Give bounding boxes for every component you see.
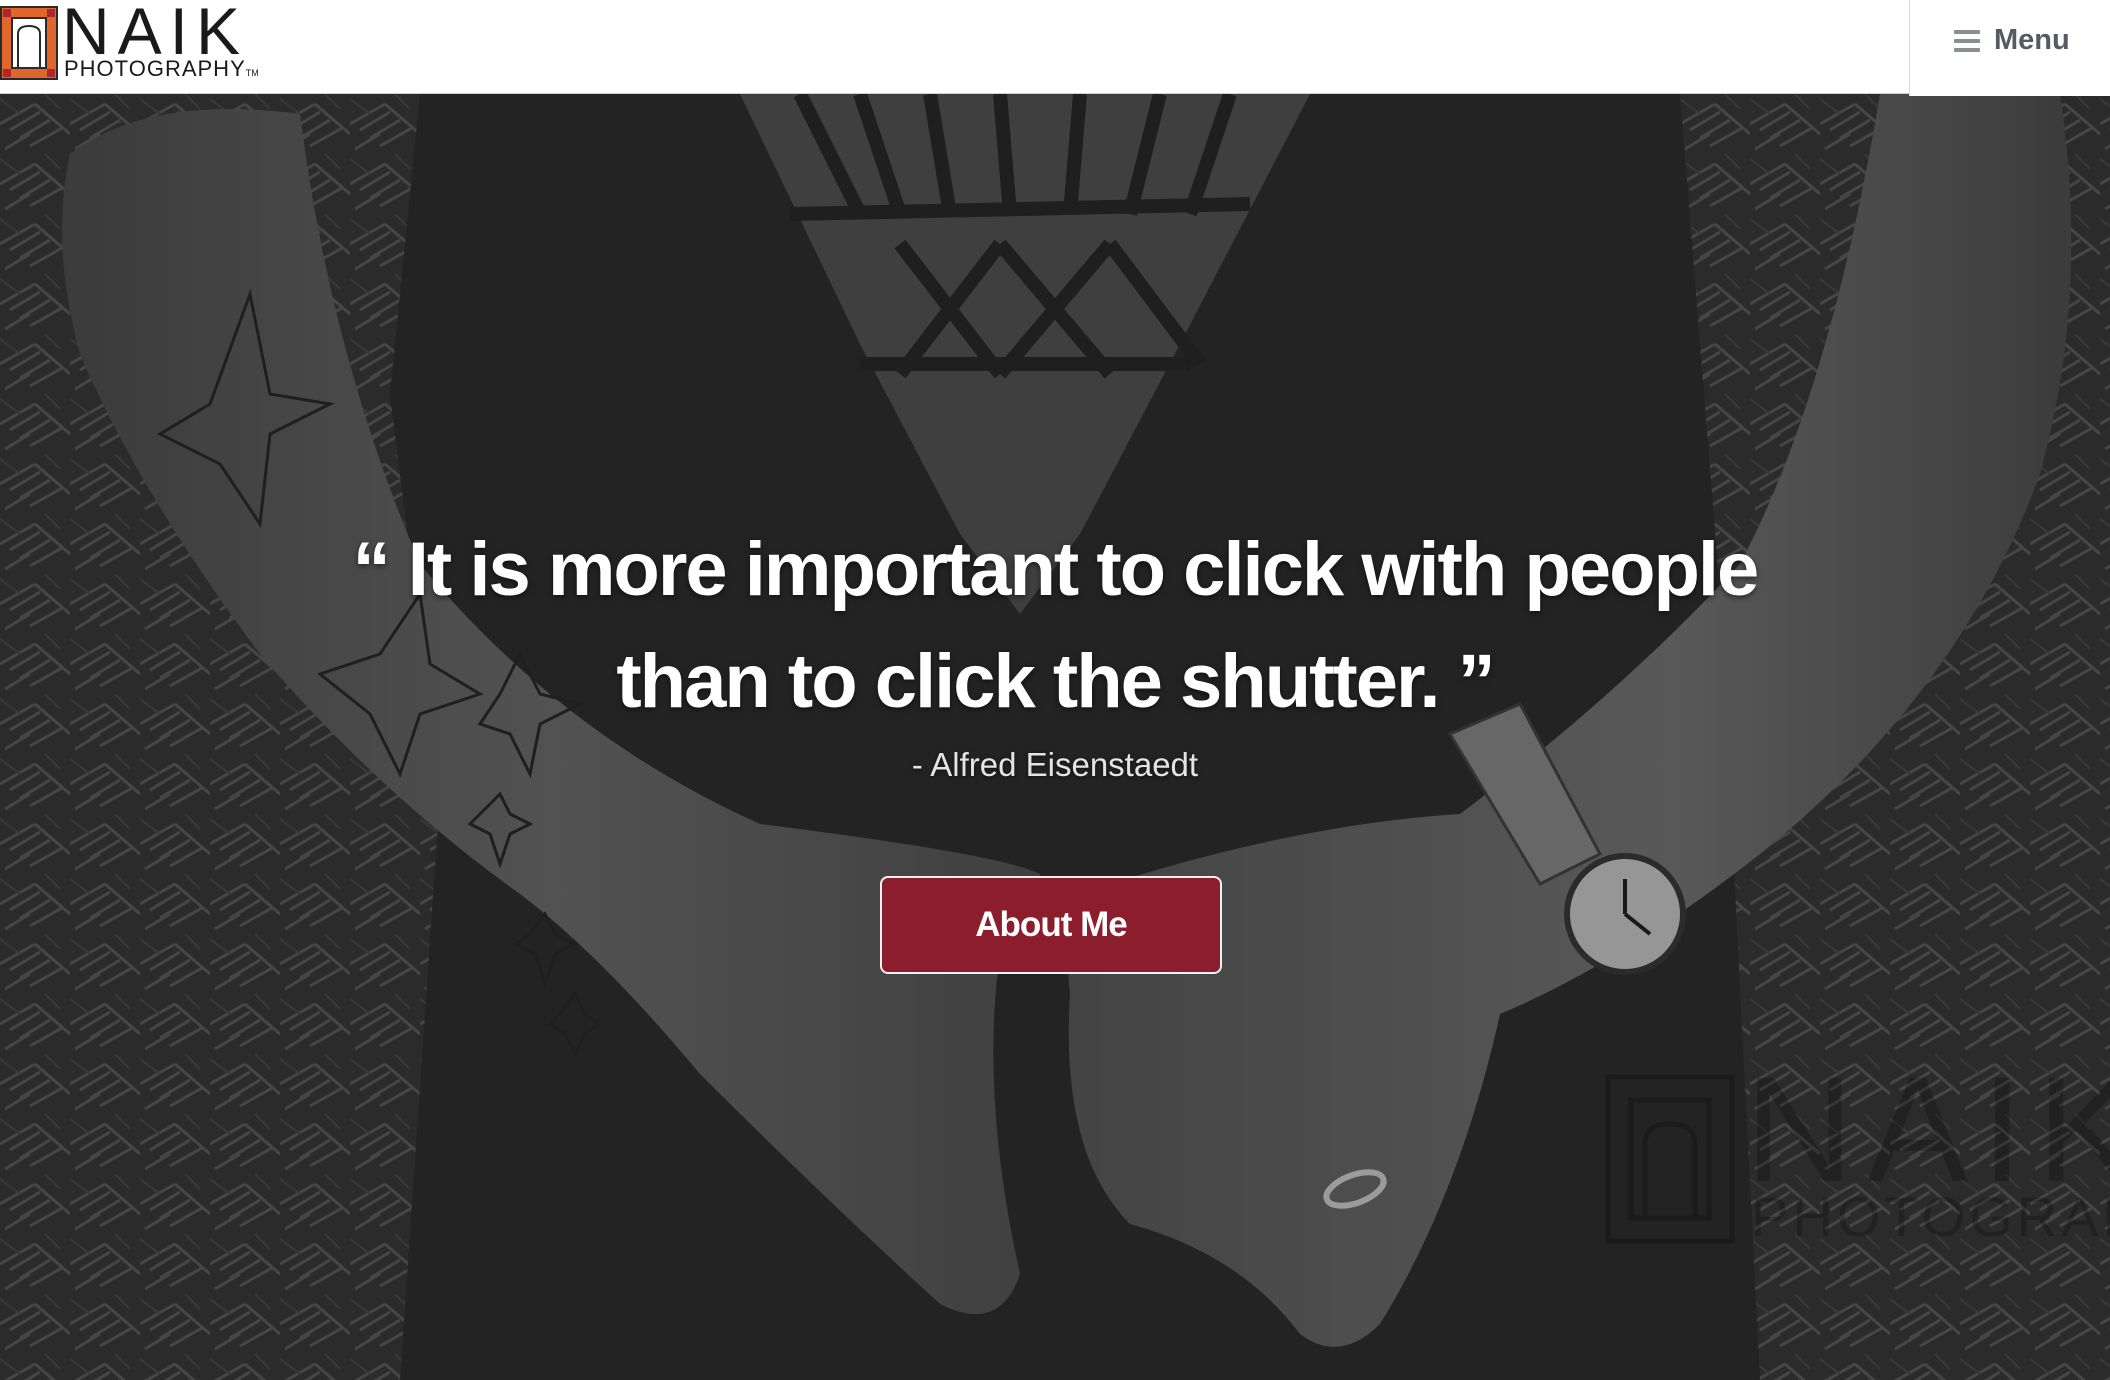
menu-label: Menu xyxy=(1994,24,2070,56)
site-logo[interactable]: NAIK PHOTOGRAPHYTM xyxy=(0,0,260,84)
watermark-sub: PHOTOGRAPHY xyxy=(1751,1185,2110,1248)
logo-subtitle: PHOTOGRAPHYTM xyxy=(64,58,259,84)
hero-section: “ It is more important to click with peo… xyxy=(0,94,2110,1380)
menu-area: Menu xyxy=(1909,0,2110,96)
logo-subtitle-text: PHOTOGRAPHY xyxy=(64,56,246,81)
quote-author: - Alfred Eisenstaedt xyxy=(911,746,1199,783)
watermark-word: NAIK xyxy=(1745,1045,2110,1213)
logo-wordmark: NAIK xyxy=(62,0,249,68)
hero-quote: “ It is more important to click with peo… xyxy=(0,514,2110,738)
trademark-mark: TM xyxy=(245,68,259,78)
logo-mark-icon xyxy=(0,6,58,80)
menu-button[interactable]: Menu xyxy=(1954,24,2070,57)
photo-watermark: NAIK PHOTOGRAPHY xyxy=(1605,1054,2110,1324)
about-me-button[interactable]: About Me xyxy=(880,876,1222,974)
quote-line-1: “ It is more important to click with peo… xyxy=(352,527,1760,612)
watermark-logo-icon xyxy=(1605,1074,1735,1244)
hamburger-icon xyxy=(1954,29,1980,52)
site-header: NAIK PHOTOGRAPHYTM Menu xyxy=(0,0,2110,96)
quote-line-2: than to click the shutter. ” xyxy=(616,639,1495,724)
